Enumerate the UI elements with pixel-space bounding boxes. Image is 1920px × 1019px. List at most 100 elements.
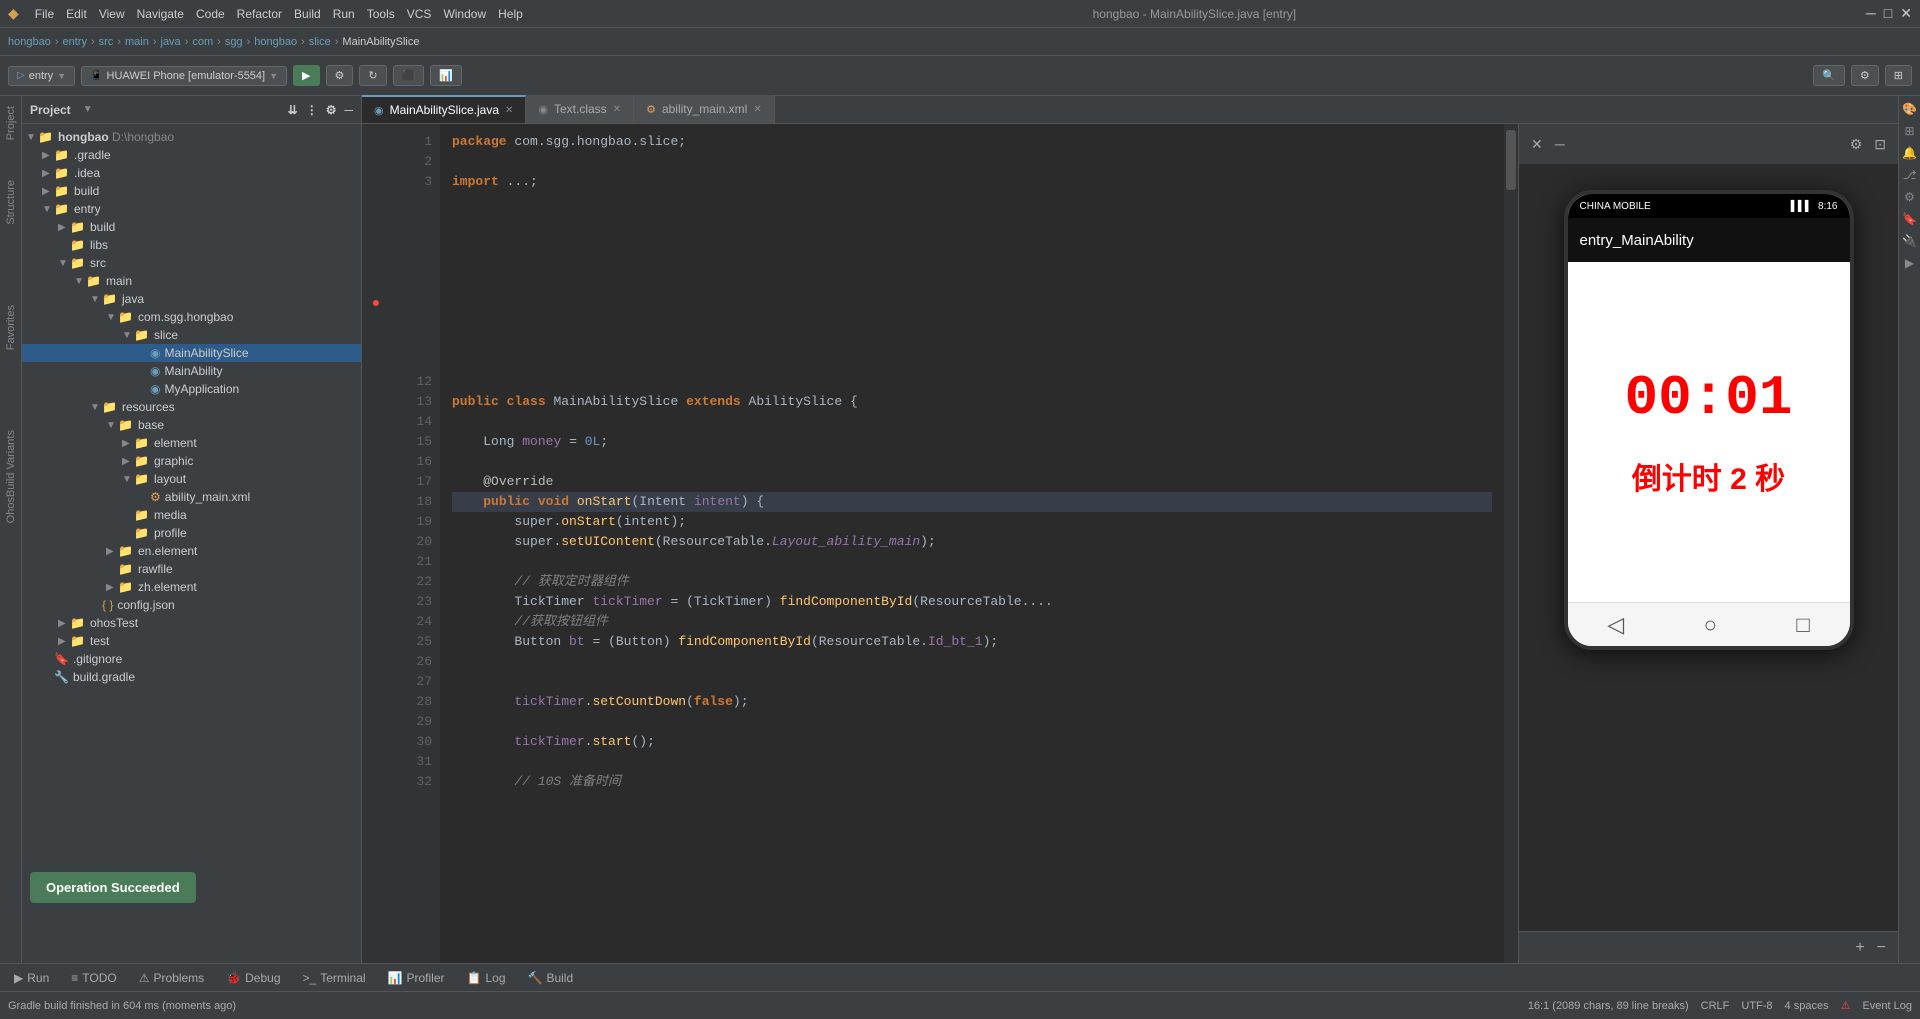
right-icon-structure[interactable]: ⊞ (1901, 122, 1919, 140)
tree-item-base[interactable]: ▼ 📁 base (22, 416, 361, 434)
tree-item-idea[interactable]: ▶ 📁 .idea (22, 164, 361, 182)
emulator-close-btn[interactable]: ✕ (1527, 134, 1547, 155)
project-tab[interactable]: Project (2, 96, 20, 150)
bottom-tab-log[interactable]: 📋 Log (457, 964, 516, 992)
menu-navigate[interactable]: Navigate (137, 7, 184, 21)
build-options-button[interactable]: ⚙ (326, 65, 354, 86)
menu-edit[interactable]: Edit (66, 7, 87, 21)
menu-file[interactable]: File (35, 7, 54, 21)
tab-textclass[interactable]: ◉ Text.class ✕ (526, 95, 634, 123)
cursor-position[interactable]: 16:1 (2089 chars, 89 line breaks) (1528, 1000, 1689, 1012)
emulator-settings-btn[interactable]: ⚙ (1846, 134, 1867, 155)
line-ending[interactable]: CRLF (1701, 1000, 1730, 1012)
tree-item-en-element[interactable]: ▶ 📁 en.element (22, 542, 361, 560)
bottom-tab-problems[interactable]: ⚠ Problems (129, 964, 214, 992)
code-scrollbar[interactable] (1504, 124, 1518, 963)
maximize-button[interactable]: □ (1884, 5, 1892, 22)
ohosbuild-tab[interactable]: OhosBuild Variants (2, 420, 20, 533)
tree-item-graphic[interactable]: ▶ 📁 graphic (22, 452, 361, 470)
nav-recent-button[interactable]: □ (1796, 612, 1809, 638)
settings-button[interactable]: ⚙ (1851, 65, 1879, 86)
tree-item-build-root[interactable]: ▶ 📁 build (22, 182, 361, 200)
bottom-tab-debug[interactable]: 🐞 Debug (216, 964, 290, 992)
bottom-tab-run[interactable]: ▶ Run (4, 964, 59, 992)
tree-item-mainability[interactable]: ◉ MainAbility (22, 362, 361, 380)
breadcrumb-src[interactable]: src (99, 36, 114, 48)
right-icon-plugins[interactable]: 🔌 (1901, 232, 1919, 250)
tree-item-gradle[interactable]: ▶ 📁 .gradle (22, 146, 361, 164)
emulator-zoom-in-btn[interactable]: + (1851, 937, 1868, 959)
tree-item-ohostest[interactable]: ▶ 📁 ohosTest (22, 614, 361, 632)
right-icon-arrow[interactable]: ▶ (1901, 254, 1919, 272)
tree-item-profile[interactable]: 📁 profile (22, 524, 361, 542)
menu-run[interactable]: Run (333, 7, 355, 21)
tree-item-config-json[interactable]: { } config.json (22, 596, 361, 614)
close-button[interactable]: ✕ (1900, 5, 1912, 22)
structure-tab[interactable]: Structure (2, 170, 20, 235)
code-editor[interactable]: ● (362, 124, 1518, 963)
bottom-tab-profiler[interactable]: 📊 Profiler (378, 964, 455, 992)
menu-view[interactable]: View (99, 7, 125, 21)
tree-item-element[interactable]: ▶ 📁 element (22, 434, 361, 452)
indent-label[interactable]: 4 spaces (1785, 1000, 1829, 1012)
tree-item-gitignore[interactable]: 🔖 .gitignore (22, 650, 361, 668)
sync-button[interactable]: ↻ (359, 65, 386, 86)
profile-button[interactable]: 📊 (430, 65, 462, 86)
search-everywhere-button[interactable]: 🔍 (1813, 65, 1845, 86)
breadcrumb-sgg[interactable]: sgg (225, 36, 243, 48)
right-icon-bookmark[interactable]: 🔖 (1901, 210, 1919, 228)
tree-item-build-entry[interactable]: ▶ 📁 build (22, 218, 361, 236)
breadcrumb-slice[interactable]: slice (309, 36, 331, 48)
tree-item-zh-element[interactable]: ▶ 📁 zh.element (22, 578, 361, 596)
tree-item-src[interactable]: ▼ 📁 src (22, 254, 361, 272)
project-close-icon[interactable]: ─ (344, 103, 353, 117)
tree-item-mainabilityslice[interactable]: ◉ MainAbilitySlice (22, 344, 361, 362)
tree-item-rawfile[interactable]: 📁 rawfile (22, 560, 361, 578)
event-log-label[interactable]: Event Log (1862, 1000, 1912, 1012)
project-settings-icon[interactable]: ⚙ (326, 103, 337, 117)
bottom-tab-terminal[interactable]: >_ Terminal (293, 964, 376, 992)
tree-item-ability-main-xml[interactable]: ⚙ ability_main.xml (22, 488, 361, 506)
tree-item-layout[interactable]: ▼ 📁 layout (22, 470, 361, 488)
breadcrumb-com[interactable]: com (192, 36, 213, 48)
tree-item-myapplication[interactable]: ◉ MyApplication (22, 380, 361, 398)
code-content[interactable]: package com.sgg.hongbao.slice; import ..… (440, 124, 1504, 963)
layout-button[interactable]: ⊞ (1885, 65, 1912, 86)
tree-item-entry[interactable]: ▼ 📁 entry (22, 200, 361, 218)
bottom-tab-todo[interactable]: ≡ TODO (61, 964, 126, 992)
nav-back-button[interactable]: ◁ (1607, 612, 1624, 638)
tab-abilitymainxml[interactable]: ⚙ ability_main.xml ✕ (634, 95, 775, 123)
breadcrumb-hongbao2[interactable]: hongbao (254, 36, 297, 48)
menu-tools[interactable]: Tools (367, 7, 395, 21)
breadcrumb-java[interactable]: java (161, 36, 181, 48)
project-collapse-icon[interactable]: ⇊ (288, 103, 298, 117)
tree-item-main[interactable]: ▼ 📁 main (22, 272, 361, 290)
emulator-zoom-out-btn[interactable]: − (1873, 937, 1890, 959)
tree-item-test[interactable]: ▶ 📁 test (22, 632, 361, 650)
nav-home-button[interactable]: ○ (1704, 612, 1717, 638)
minimize-button[interactable]: ─ (1866, 5, 1876, 22)
device-selector[interactable]: 📱 HUAWEI Phone [emulator-5554] ▼ (81, 66, 287, 86)
charset-label[interactable]: UTF-8 (1741, 1000, 1772, 1012)
menu-code[interactable]: Code (196, 7, 225, 21)
tree-item-java[interactable]: ▼ 📁 java (22, 290, 361, 308)
breadcrumb-main[interactable]: main (125, 36, 149, 48)
emulator-minimize-btn[interactable]: ─ (1551, 134, 1569, 154)
tree-item-build-gradle[interactable]: 🔧 build.gradle (22, 668, 361, 686)
menu-help[interactable]: Help (498, 7, 523, 21)
tree-item-com-sgg-hongbao[interactable]: ▼ 📁 com.sgg.hongbao (22, 308, 361, 326)
run-button[interactable]: ▶ (293, 65, 319, 86)
breadcrumb-hongbao[interactable]: hongbao (8, 36, 51, 48)
tree-item-resources[interactable]: ▼ 📁 resources (22, 398, 361, 416)
bottom-tab-build[interactable]: 🔨 Build (518, 964, 584, 992)
tab-close-mainabilityslice[interactable]: ✕ (505, 105, 513, 116)
menu-refactor[interactable]: Refactor (237, 7, 282, 21)
right-icon-settings[interactable]: ⚙ (1901, 188, 1919, 206)
tree-item-media[interactable]: 📁 media (22, 506, 361, 524)
menu-window[interactable]: Window (443, 7, 486, 21)
breadcrumb-entry[interactable]: entry (63, 36, 87, 48)
project-sort-icon[interactable]: ⋮ (306, 103, 318, 117)
stop-button[interactable]: ⬛ (393, 65, 425, 86)
tab-close-abilitymainxml[interactable]: ✕ (753, 104, 761, 115)
right-icon-palette[interactable]: 🎨 (1901, 100, 1919, 118)
